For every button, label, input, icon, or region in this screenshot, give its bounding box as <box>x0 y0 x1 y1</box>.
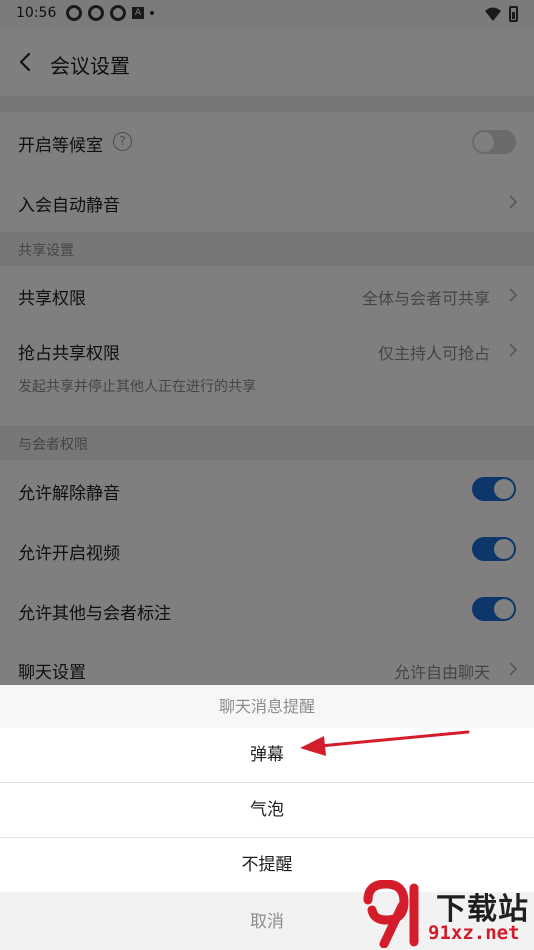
watermark-url: 91xz.net <box>428 922 520 944</box>
option-bubble-button[interactable]: 气泡 <box>0 783 534 837</box>
watermark-logo-icon <box>363 880 419 948</box>
action-sheet-title: 聊天消息提醒 <box>0 685 534 728</box>
site-watermark: 下载站 91xz.net <box>360 878 534 950</box>
red-arrow-annotation-icon <box>300 730 470 756</box>
